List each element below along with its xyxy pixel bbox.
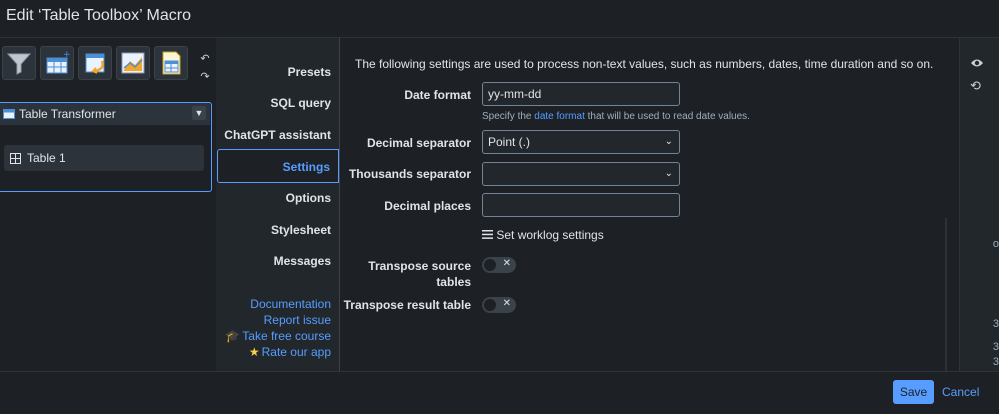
nav-item-settings[interactable]: Settings [217,149,339,183]
worklog-settings-button[interactable]: Set worklog settings [482,228,604,242]
background-peek-text: 3 [992,341,999,353]
background-peek-text: 3 [992,356,999,368]
report-issue-link-label: Report issue [263,313,331,327]
date-format-input[interactable] [482,82,680,106]
refresh-icon[interactable]: ⟲ [970,78,981,94]
history-controls: ↶ ↷ [196,52,214,88]
documentation-link[interactable]: Documentation [225,297,331,313]
transpose-source-label-line-2: tables [436,275,471,289]
decimal-separator-select[interactable]: Point (.) ⌄ [482,130,680,154]
chevron-down-icon: ⌄ [664,168,673,179]
transpose-result-toggle[interactable]: ✕ [482,297,516,313]
tree-item-label: Table 1 [27,151,66,165]
settings-intro: The following settings are used to proce… [355,57,934,71]
hint-suffix: that will be used to read date values. [584,111,750,122]
decimal-places-input[interactable] [482,193,680,217]
transpose-source-toggle[interactable]: ✕ [482,257,516,273]
dialog-title: Edit ‘Table Toolbox’ Macro [6,7,191,24]
nav-item-messages[interactable]: Messages [215,254,331,268]
transpose-source-label: Transpose source tables [341,259,471,289]
report-issue-link[interactable]: Report issue [225,313,331,329]
table-sheet-icon [162,51,181,75]
help-links: Documentation Report issue 🎓 Take free co… [225,297,331,361]
chart-tool-button[interactable] [116,46,150,80]
decimal-separator-value: Point (.) [488,135,531,149]
transpose-result-label: Transpose result table [343,298,471,312]
documentation-link-label: Documentation [250,297,331,311]
free-course-link[interactable]: 🎓 Take free course [225,329,331,345]
svg-text:+: + [63,50,71,60]
transformer-select[interactable]: Table Transformer ▼ [0,103,210,125]
hint-prefix: Specify the [482,111,535,122]
redo-icon[interactable]: ↷ [196,70,214,88]
filter-icon [6,53,32,75]
dialog-footer: Save Cancel [0,371,999,414]
filter-tool-button[interactable] [2,46,36,80]
tree-item-table[interactable]: Table 1 [4,145,204,171]
sheet-tool-button[interactable] [154,46,188,80]
thousands-separator-select[interactable]: ⌄ [482,162,680,186]
table-add-icon: + [46,50,71,74]
grid-icon [10,152,21,164]
preview-eye-icon[interactable] [970,56,984,71]
toggle-off-icon: ✕ [502,258,511,269]
thousands-separator-label: Thousands separator [348,167,471,181]
free-course-link-label: Take free course [242,329,331,343]
date-format-label: Date format [404,88,471,102]
rate-app-link-label: Rate our app [261,345,331,359]
side-actions: ⟲ o 3 3 3 [959,38,999,371]
save-button[interactable]: Save [893,380,934,404]
transformer-tree: Table Transformer ▼ Table 1 [0,102,212,192]
left-panel: + ↶ ↷ Table Transformer ▼ Table 1 [0,38,216,371]
nav-item-stylesheet[interactable]: Stylesheet [215,223,331,237]
nav-item-options[interactable]: Options [215,191,331,205]
menu-icon [482,230,493,239]
toggle-knob [484,299,496,311]
settings-nav: Presets SQL query ChatGPT assistant Sett… [216,38,340,371]
worklog-settings-label: Set worklog settings [496,228,604,242]
date-format-link[interactable]: date format [534,111,585,122]
toggle-off-icon: ✕ [502,298,511,309]
nav-item-sql-query[interactable]: SQL query [215,96,331,110]
toggle-knob [484,259,496,271]
date-format-hint: Specify the date format that will be use… [482,111,750,122]
rate-app-link[interactable]: ★ Rate our app [225,345,331,361]
table-transform-icon [85,53,105,74]
undo-icon[interactable]: ↶ [196,52,214,70]
dialog-header: Edit ‘Table Toolbox’ Macro [0,0,999,38]
background-peek-text: 3 [992,318,999,330]
decimal-separator-label: Decimal separator [366,136,471,150]
background-peek-text: o [992,238,999,250]
cancel-button[interactable]: Cancel [942,380,979,404]
nav-item-chatgpt-assistant[interactable]: ChatGPT assistant [215,128,331,142]
chevron-down-icon[interactable]: ▼ [192,106,206,120]
star-icon: ★ [248,345,260,359]
table-icon [3,109,15,119]
transform-tool-button[interactable] [78,46,112,80]
decimal-places-label: Decimal places [384,199,471,213]
transformer-select-label: Table Transformer [19,107,116,121]
chevron-down-icon: ⌄ [664,136,673,147]
scrollbar[interactable] [945,218,947,371]
graduation-cap-icon: 🎓 [225,329,241,343]
chart-icon [121,52,145,74]
transpose-source-label-line-1: Transpose source [368,259,471,273]
settings-panel: The following settings are used to proce… [341,38,959,371]
nav-item-presets[interactable]: Presets [215,65,331,79]
add-table-tool-button[interactable]: + [40,46,74,80]
